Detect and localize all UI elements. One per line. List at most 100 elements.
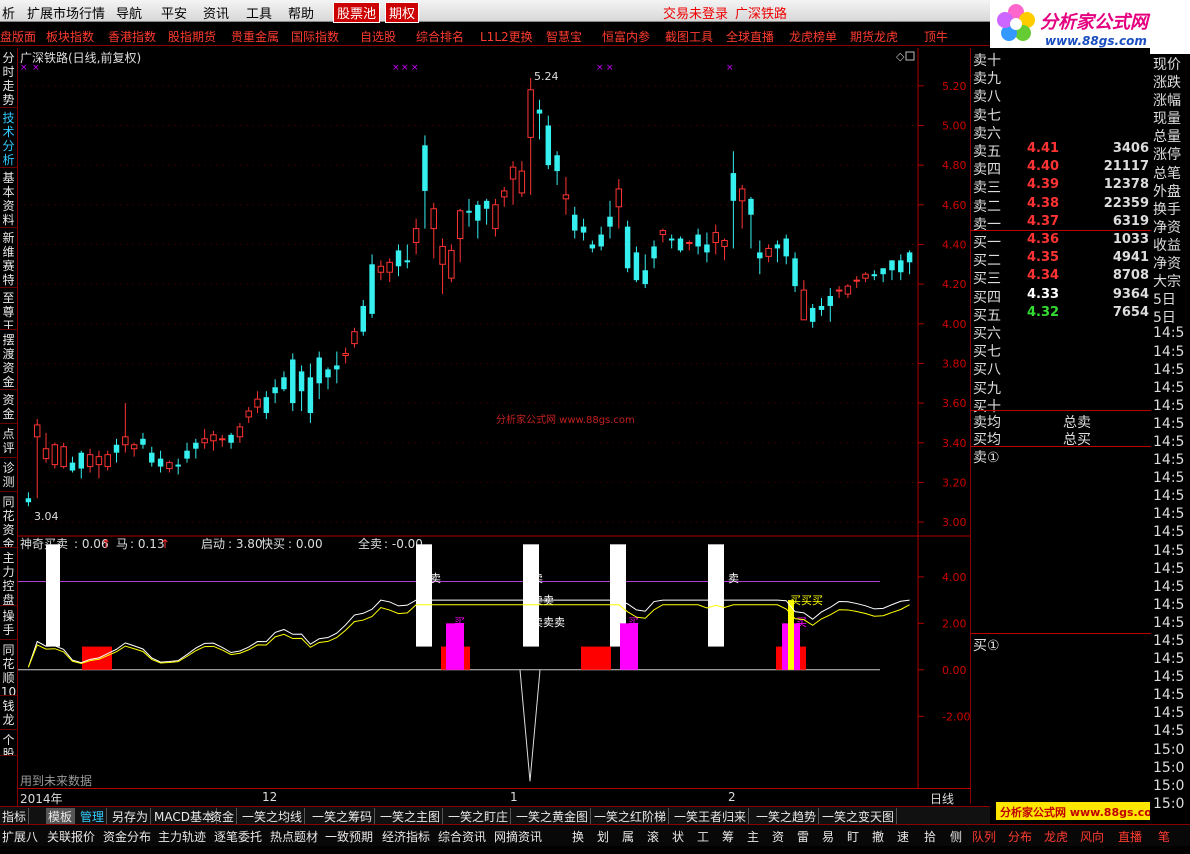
quote-field-label: 14:5 <box>1153 343 1185 360</box>
toolbar-item[interactable]: 香港指数 <box>108 28 156 45</box>
left-tab[interactable]: 主力控盘 <box>0 548 17 606</box>
bottom-tab[interactable]: 易 <box>822 828 834 845</box>
kline-chart[interactable]: 5.20 5.00 4.80 4.60 4.40 4.20 4.00 3.80 3.60 3.40… <box>18 48 970 788</box>
candle-body <box>439 245 446 265</box>
indicator-tab[interactable]: 一笑王者归来 <box>672 808 750 824</box>
toolbar-item[interactable]: 智慧宝 <box>546 28 582 45</box>
bottom-tab[interactable]: 换 <box>572 828 584 845</box>
orderbook-divider <box>971 410 1151 411</box>
left-tab[interactable]: 分时走势 <box>0 48 17 108</box>
menu-item-help[interactable]: 帮助 <box>288 3 314 22</box>
left-tab[interactable]: 资金 <box>0 390 17 424</box>
menu-item-news[interactable]: 资讯 <box>203 3 229 22</box>
bottom-tab[interactable]: 网摘资讯 <box>494 828 542 845</box>
indicator-tab[interactable]: 一笑之变天图 <box>820 808 898 824</box>
indicator-tab[interactable]: 一笑之筹码 <box>310 808 376 824</box>
toolbar-item[interactable]: 恒富内参 <box>602 28 650 45</box>
toolbar-item[interactable]: 截图工具 <box>665 28 713 45</box>
indicator-tab[interactable]: 一笑之黄金图 <box>514 808 592 824</box>
left-tab[interactable]: 个股 <box>0 730 17 756</box>
candle-body <box>201 438 208 444</box>
left-tab[interactable]: 摆渡资金 <box>0 330 17 390</box>
menu-item-ext-market[interactable]: 扩展市场行情 <box>27 3 105 22</box>
indicator-tab[interactable]: 模板 <box>46 808 76 824</box>
toolbar-item[interactable]: 综合排名 <box>416 28 464 45</box>
menu-item-nav[interactable]: 导航 <box>116 3 142 22</box>
bottom-tab[interactable]: 直播 <box>1118 828 1142 845</box>
bottom-tab[interactable]: 侧 <box>950 828 962 845</box>
bottom-tab[interactable]: 龙虎 <box>1044 828 1068 845</box>
toolbar-item[interactable]: 自选股 <box>360 28 396 45</box>
bottom-tab[interactable]: 分布 <box>1008 828 1032 845</box>
bottom-tab[interactable]: 滚 <box>647 828 659 845</box>
indicator-tab[interactable]: 管理 <box>78 808 108 824</box>
bottom-tab[interactable]: 撤 <box>872 828 884 845</box>
menu-stock-pool-button[interactable]: 股票池 <box>333 2 381 23</box>
bottom-tab[interactable]: 主 <box>747 828 759 845</box>
toolbar-item[interactable]: 盘版面 <box>0 28 36 45</box>
bottom-tab[interactable]: 筹 <box>722 828 734 845</box>
bottom-tab[interactable]: 速 <box>897 828 909 845</box>
left-tab[interactable]: 新维赛特 <box>0 228 17 288</box>
quote-field-label: 15:0 <box>1153 741 1185 758</box>
bottom-tab[interactable]: 主力轨迹 <box>158 828 206 845</box>
left-tab[interactable]: 至尊王 <box>0 288 17 330</box>
left-tab[interactable]: 同花资金 <box>0 492 17 548</box>
bottom-tab[interactable]: 属 <box>622 828 634 845</box>
toolbar-item[interactable]: 顶牛 <box>924 28 948 45</box>
indicator-tab[interactable]: 一笑之主图 <box>378 808 444 824</box>
left-tab[interactable]: 点评 <box>0 424 17 458</box>
buy-row-volume: 1033 <box>1112 232 1149 247</box>
sell-row-volume: 3406 <box>1112 141 1149 156</box>
menu-item-pingan[interactable]: 平安 <box>161 3 187 22</box>
menu-item-tools[interactable]: 工具 <box>246 3 272 22</box>
toolbar-item[interactable]: 期货龙虎 <box>850 28 898 45</box>
bottom-tab[interactable]: 笔 <box>1158 828 1170 845</box>
candle-body <box>298 371 305 392</box>
bottom-tab[interactable]: 综合资讯 <box>438 828 486 845</box>
toolbar-item[interactable]: L1L2更换 <box>480 28 533 45</box>
bottom-tab[interactable]: 划 <box>597 828 609 845</box>
left-tab[interactable]: 基本资料 <box>0 168 17 228</box>
left-tab[interactable]: 操手 <box>0 606 17 640</box>
period-label[interactable]: 日线 <box>930 790 954 807</box>
price-tick-label: 4.60 <box>942 199 967 212</box>
menu-options-button[interactable]: 期权 <box>385 2 420 23</box>
toolbar-item[interactable]: 股指期货 <box>168 28 216 45</box>
bottom-tab[interactable]: 拾 <box>924 828 936 845</box>
toolbar-item[interactable]: 板块指数 <box>46 28 94 45</box>
indicator-tab[interactable]: 指标 <box>0 808 30 824</box>
left-tab[interactable]: 钱龙 <box>0 696 17 730</box>
bottom-tab[interactable]: 一致预期 <box>325 828 373 845</box>
toolbar-item[interactable]: 贵重金属 <box>231 28 279 45</box>
indicator-tab[interactable]: 另存为 <box>110 808 152 824</box>
menu-item-analysis[interactable]: 析 <box>2 3 15 22</box>
indicator-tab[interactable]: 资金 <box>208 808 238 824</box>
bottom-tab[interactable]: 关联报价 <box>47 828 95 845</box>
indicator-tab[interactable]: 一笑之趋势 <box>754 808 820 824</box>
indicator-tab[interactable]: 一笑之均线 <box>240 808 306 824</box>
bottom-tab[interactable]: 状 <box>672 828 684 845</box>
chart-watermark: 分析家公式网 www.88gs.com <box>496 413 635 426</box>
bottom-tab[interactable]: 热点题材 <box>270 828 318 845</box>
bottom-tab[interactable]: 队列 <box>972 828 996 845</box>
bottom-tab[interactable]: 雷 <box>797 828 809 845</box>
indicator-tab[interactable]: 一笑之盯庄 <box>446 808 512 824</box>
bottom-tab[interactable]: 扩展八 <box>2 828 38 845</box>
left-tab[interactable]: 诊测 <box>0 458 17 492</box>
buy-row-volume: 4941 <box>1112 250 1149 266</box>
bottom-tab[interactable]: 工 <box>697 828 709 845</box>
bottom-tab[interactable]: 盯 <box>847 828 859 845</box>
candle-body <box>483 200 490 209</box>
bottom-tab[interactable]: 风向 <box>1080 828 1104 845</box>
bottom-tab[interactable]: 资金分布 <box>103 828 151 845</box>
indicator-tab[interactable]: 一笑之红阶梯 <box>592 808 670 824</box>
bottom-tab[interactable]: 经济指标 <box>382 828 430 845</box>
toolbar-item[interactable]: 龙虎榜单 <box>789 28 837 45</box>
toolbar-item[interactable]: 国际指数 <box>291 28 339 45</box>
toolbar-item[interactable]: 全球直播 <box>726 28 774 45</box>
left-tab[interactable]: 同花顺10 <box>0 640 17 696</box>
bottom-tab[interactable]: 逐笔委托 <box>214 828 262 845</box>
left-tab[interactable]: 技术分析 <box>0 108 17 168</box>
bottom-tab[interactable]: 资 <box>772 828 784 845</box>
